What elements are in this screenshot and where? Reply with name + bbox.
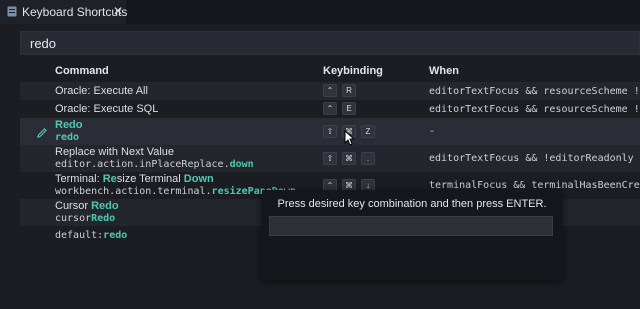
command-id: editor.action.inPlaceReplace.down [55,159,254,170]
column-keybinding[interactable]: Keybinding [323,65,383,77]
command-label: Replace with Next Value [55,146,175,158]
match-highlight: Redo [55,119,83,131]
command-label: Cursor Redo [55,200,119,212]
table-row[interactable]: Replace with Next Value editor.action.in… [20,145,640,172]
keybinding-prompt: Press desired key combination and then p… [277,198,547,210]
key-cap: ⌘ [342,152,356,165]
command-id: redo [55,132,79,143]
when-clause: editorTextFocus && resourceScheme != 'or… [429,104,640,115]
tab-bar: Keyboard Shortcuts ✕ [0,0,640,24]
command-id-text: editor.action.inPlaceReplace. [55,159,230,170]
match-highlight: Redo [91,213,116,224]
when-clause: editorTextFocus && !editorReadonly [429,153,634,164]
command-id-text: workbench.action.terminal. [55,186,212,197]
define-keybinding-widget: Press desired key combination and then p… [262,190,562,280]
search-value: redo [30,36,57,51]
search-input[interactable]: redo [20,31,640,55]
key-cap: E [342,102,356,115]
pencil-icon[interactable] [36,127,48,139]
key-cap: ⇧ [323,125,337,138]
close-icon[interactable]: ✕ [113,4,123,18]
match-highlight: down [229,159,254,170]
key-cap: . [361,152,375,165]
command-label: Redo [55,119,83,131]
command-label-text: Cursor [55,200,92,212]
command-label: Terminal: Resize Terminal Down [55,173,214,185]
command-id: default:redo [55,230,127,241]
key-cap: ⌃ [323,102,337,115]
command-label-text: Terminal: [55,173,103,185]
match-highlight: redo [103,230,128,241]
match-highlight: redo [55,132,80,143]
key-cap: ⌃ [323,84,337,97]
command-id: workbench.action.terminal.resizePaneDown [55,186,296,197]
command-label: Oracle: Execute All [55,85,148,97]
command-id-text: default: [55,230,104,241]
command-id-text: cursor [55,213,92,224]
match-highlight: Re [102,173,117,185]
match-highlight: Redo [91,200,119,212]
keybinding: ⌃ R [323,84,356,97]
column-when[interactable]: When [429,65,459,77]
command-label: Oracle: Execute SQL [55,103,159,115]
command-label-text: size Terminal [116,173,184,185]
key-cap: R [342,84,356,97]
tab-keyboard-shortcuts[interactable]: Keyboard Shortcuts ✕ [0,0,128,24]
mouse-cursor-icon [344,130,355,146]
key-cap: Z [361,125,375,138]
when-clause: editorTextFocus && resourceScheme != 'or… [429,86,640,97]
table-row-selected[interactable]: Redo redo ⇧ ⌘ Z - [20,118,640,145]
keybinding: ⌃ E [323,102,356,115]
column-command[interactable]: Command [55,65,109,77]
match-highlight: Down [183,173,214,185]
table-row[interactable]: Oracle: Execute SQL ⌃ E editorTextFocus … [20,100,640,118]
command-id: cursorRedo [55,213,115,224]
when-clause: - [429,126,436,137]
tab-title: Keyboard Shortcuts [22,5,128,19]
document-icon [7,6,17,17]
table-row[interactable]: Oracle: Execute All ⌃ R editorTextFocus … [20,82,640,100]
table-header: Command Keybinding When [20,61,640,82]
keybinding: ⇧ ⌘ . [323,152,375,165]
keybinding-input[interactable] [269,216,553,236]
key-cap: ⇧ [323,152,337,165]
